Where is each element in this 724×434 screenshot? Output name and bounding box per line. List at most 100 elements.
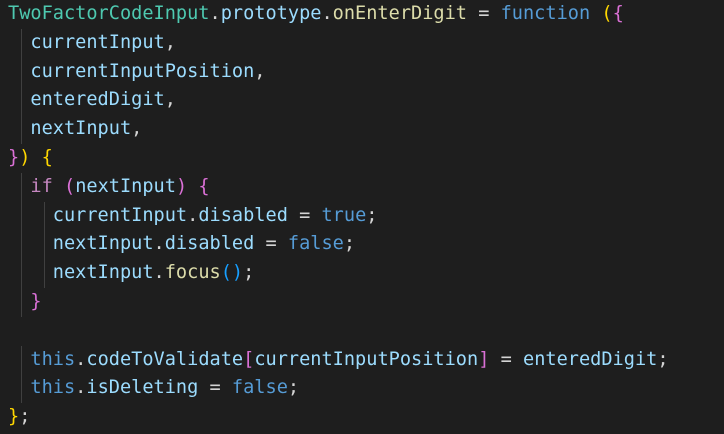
code-line[interactable]: currentInput.disabled = true; — [8, 201, 724, 231]
code-line[interactable]: currentInputPosition, — [8, 57, 724, 87]
code-token: ] — [478, 348, 490, 370]
code-token: isDeleting — [86, 377, 199, 399]
code-line[interactable]: nextInput.disabled = false; — [8, 230, 724, 260]
code-token: , — [164, 89, 176, 111]
code-token: , — [164, 31, 176, 53]
code-token: true — [321, 204, 367, 226]
code-token: = — [489, 348, 523, 370]
code-token: this — [30, 377, 76, 399]
code-token: ; — [343, 233, 356, 255]
code-token: = — [287, 204, 322, 226]
code-token: focus — [164, 262, 221, 284]
code-line[interactable]: this.codeToValidate[currentInputPosition… — [8, 345, 724, 375]
code-line[interactable]: }) { — [8, 144, 724, 173]
code-line[interactable]: }; — [8, 403, 724, 432]
indent-guide — [44, 201, 45, 231]
code-line[interactable]: } — [8, 287, 724, 317]
code-token: disabled — [198, 204, 288, 226]
code-token: . — [75, 348, 87, 370]
code-token: } — [30, 290, 42, 312]
indent-guide — [21, 259, 22, 288]
code-token: = — [198, 377, 232, 399]
code-token: false — [287, 233, 344, 255]
code-token: = — [254, 233, 288, 255]
code-line[interactable]: if (nextInput) { — [8, 172, 724, 202]
code-token: ) — [19, 146, 31, 168]
indent-guide — [21, 345, 22, 375]
code-token: { — [612, 3, 624, 24]
code-token: onEnterDigit — [332, 3, 467, 24]
code-token: ; — [243, 262, 255, 284]
code-token: false — [231, 377, 288, 399]
code-token: [ — [243, 348, 255, 370]
code-token: enteredDigit — [30, 89, 165, 111]
code-line[interactable]: nextInput, — [8, 115, 724, 144]
code-token: , — [254, 60, 266, 82]
code-token: . — [153, 262, 165, 284]
code-token: } — [8, 146, 20, 168]
code-token: currentInput — [52, 204, 188, 226]
code-token: . — [75, 377, 87, 399]
code-line[interactable]: enteredDigit, — [8, 86, 724, 116]
code-token: () — [220, 262, 244, 284]
code-token: ; — [366, 204, 378, 226]
indent-guide — [21, 57, 22, 87]
indent-guide — [44, 259, 45, 288]
code-token: . — [321, 3, 333, 24]
code-token: enteredDigit — [523, 348, 658, 370]
code-token: codeToValidate — [86, 348, 244, 370]
code-token: , — [131, 118, 143, 140]
indent-guide — [21, 28, 22, 58]
code-editor[interactable]: TwoFactorCodeInput.prototype.onEnterDigi… — [0, 0, 724, 434]
code-token: = — [467, 3, 501, 24]
code-token: if — [30, 175, 53, 197]
code-line[interactable]: this.isDeleting = false; — [8, 374, 724, 404]
indent-guide — [21, 374, 22, 404]
code-token: nextInput — [30, 118, 132, 140]
code-token: this — [30, 348, 76, 370]
code-token: currentInputPosition — [30, 60, 255, 82]
code-line[interactable] — [8, 317, 724, 346]
code-token: currentInput — [30, 31, 165, 53]
code-token: ( — [63, 175, 76, 197]
code-token: } — [8, 406, 20, 428]
code-token: function — [500, 3, 591, 24]
indent-guide — [21, 86, 22, 116]
code-token: nextInput — [52, 262, 154, 284]
indent-guide — [21, 230, 22, 260]
code-token: ; — [19, 406, 31, 428]
code-token: nextInput — [75, 175, 176, 197]
code-token: ( — [601, 3, 613, 24]
code-line[interactable]: nextInput.focus(); — [8, 259, 724, 288]
code-token: { — [41, 146, 53, 168]
indent-guide — [21, 115, 22, 144]
code-token: . — [209, 3, 221, 24]
code-token: ; — [287, 377, 300, 399]
code-token: nextInput — [52, 233, 154, 255]
indent-guide — [21, 287, 22, 317]
code-token: . — [153, 233, 165, 255]
indent-guide — [21, 201, 22, 231]
indent-guide — [21, 172, 22, 202]
code-content[interactable]: TwoFactorCodeInput.prototype.onEnterDigi… — [0, 0, 724, 432]
code-token: TwoFactorCodeInput — [8, 3, 210, 24]
code-line[interactable]: currentInput, — [8, 28, 724, 58]
code-token: prototype — [220, 3, 322, 24]
indent-guide — [44, 230, 45, 260]
code-token: currentInputPosition — [254, 348, 479, 370]
code-line[interactable]: TwoFactorCodeInput.prototype.onEnterDigi… — [8, 0, 724, 29]
